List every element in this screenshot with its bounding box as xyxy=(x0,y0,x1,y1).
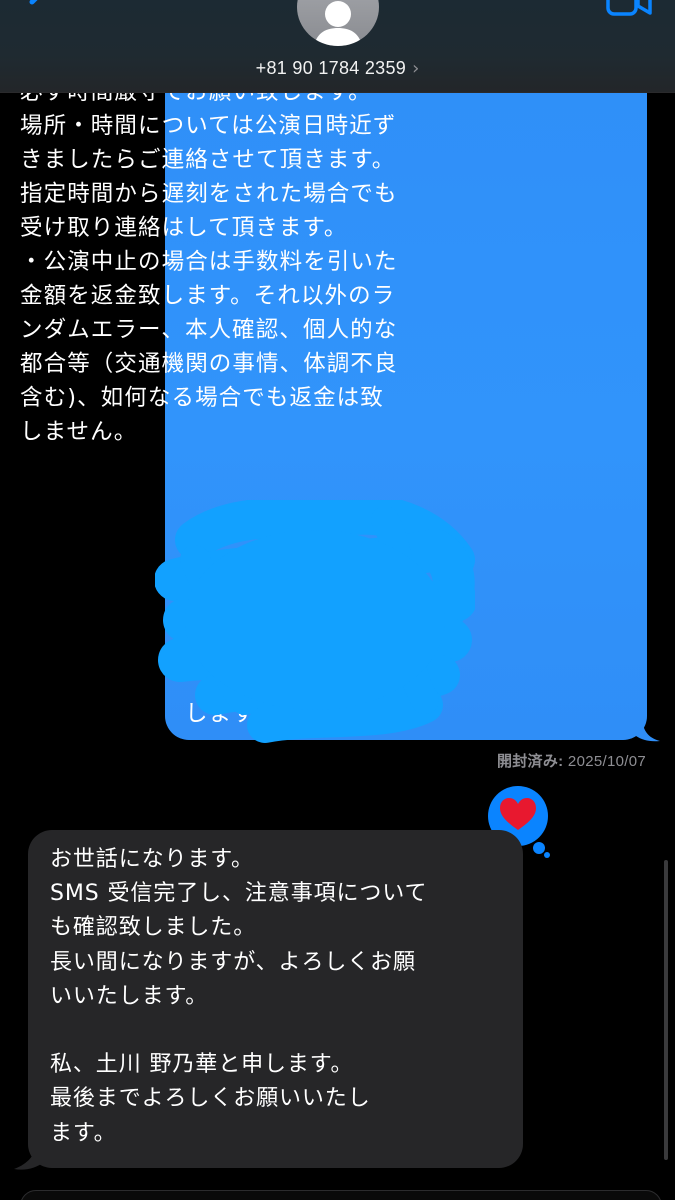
read-receipt-label: 開封済み: xyxy=(496,753,564,770)
back-chevron-icon[interactable] xyxy=(20,0,60,20)
contact-name-row[interactable]: +81 90 1784 2359 › xyxy=(0,55,675,81)
contact-phone-number[interactable]: +81 90 1784 2359 xyxy=(256,58,406,79)
outgoing-bubble-tail xyxy=(636,716,660,742)
conversation-header: +81 90 1784 2359 › xyxy=(0,0,675,93)
outgoing-message-partial-text: します xyxy=(185,701,256,727)
outgoing-message-text: ・当日は、こちらが指定した場所に 必ず時間厳守でお願い致します。 場所・時間につ… xyxy=(20,45,398,445)
facetime-video-icon[interactable] xyxy=(605,0,653,20)
read-receipt: 開封済み: 2025/10/07 xyxy=(497,750,646,771)
scroll-indicator[interactable] xyxy=(664,860,668,1160)
incoming-bubble-tail xyxy=(14,1144,44,1170)
contact-avatar[interactable] xyxy=(297,0,379,46)
read-receipt-date: 2025/10/07 xyxy=(567,753,646,770)
chevron-right-icon: › xyxy=(412,57,420,79)
messages-screen: ・当日は、こちらが指定した場所に 必ず時間厳守でお願い致します。 場所・時間につ… xyxy=(0,0,675,1200)
incoming-message-text: お世話になります。 SMS 受信完了し、注意事項について も確認致しました。 長… xyxy=(50,847,428,1146)
compose-bar[interactable] xyxy=(20,1190,662,1200)
